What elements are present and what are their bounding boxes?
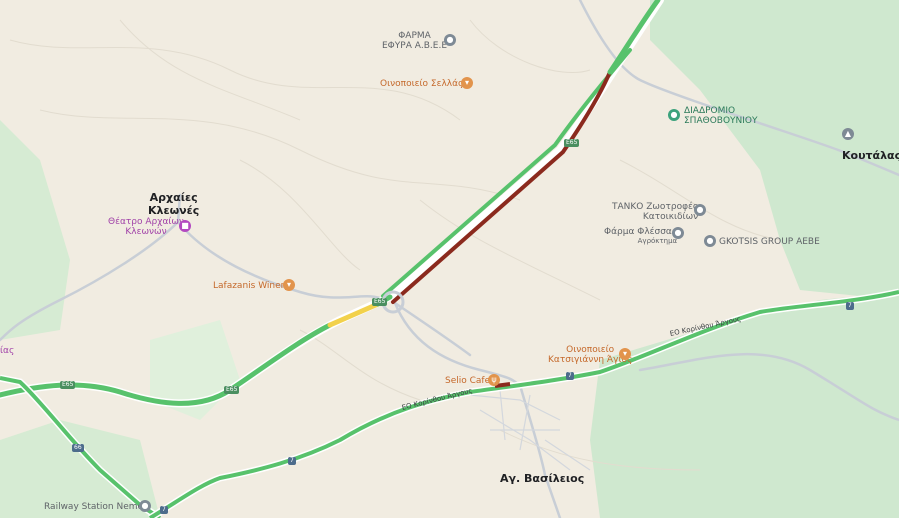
poi-farma-efyra[interactable]: ΦΑΡΜΑ ΕΦΥΡΑ Α.Β.Ε.Ε [382, 31, 447, 52]
poi-selio-cafe[interactable]: Selio Cafe [445, 376, 490, 386]
pin-icon[interactable]: ● [694, 204, 706, 216]
route66-shield: 66 [72, 444, 84, 452]
poi-railway-station-nemea[interactable]: Railway Station Nemea [44, 502, 149, 512]
poi-label-line1: Θέατρο Αρχαίων [108, 217, 184, 227]
map-base-layer [0, 0, 899, 518]
e65-casing [0, 0, 664, 408]
poi-label-line1: ΦΑΡΜΑ [398, 31, 431, 41]
wine-glass-icon[interactable]: ▾ [619, 348, 631, 360]
greenery-west [0, 120, 70, 340]
poi-label-sub: Αγρόκτημα [637, 237, 678, 246]
e65-shield-north: E65 [564, 139, 580, 147]
e65-shield-interchange: E65 [372, 298, 388, 306]
wine-glass-icon[interactable]: ▾ [283, 279, 295, 291]
pin-icon[interactable]: ● [444, 34, 456, 46]
station-icon[interactable]: ● [139, 500, 151, 512]
place-label-line1: Αρχαίες [149, 191, 198, 204]
poi-tanko-zootrofes[interactable]: ΤΑΝΚΟ Ζωοτροφές Κατοικιδίων [612, 202, 698, 223]
place-archaies-kleones[interactable]: Αρχαίες Κλεωνές [148, 191, 200, 217]
poi-label-line1: ΤΑΝΚΟ Ζωοτροφές [612, 202, 699, 212]
poi-oinopoieio-sellas[interactable]: Οινοποιείο Σελλάς [380, 79, 463, 89]
place-koutalas[interactable]: Κουτάλας [842, 149, 899, 163]
route7-shield-east: 7 [846, 302, 854, 310]
poi-label-line2: Κλεωνών [125, 227, 167, 238]
town-streets [469, 389, 591, 471]
poi-farma-flessas[interactable]: Φάρμα Φλέσσας Αγρόκτημα [604, 227, 677, 245]
route7-shield-west: 7 [288, 457, 296, 465]
place-ag-vasileios[interactable]: Αγ. Βασίλειος [500, 472, 584, 486]
poi-diadromio[interactable]: ΔΙΑΔΡΟΜΙΟ ΣΠΑΘΟΒΟΥΝΙΟΥ [684, 106, 758, 127]
wine-glass-icon[interactable]: ▾ [461, 77, 473, 89]
poi-label-line1: ΔΙΑΔΡΟΜΙΟ [684, 106, 736, 116]
place-left-edge-fragment[interactable]: ίας [0, 346, 14, 356]
mountain-icon[interactable]: ▲ [842, 128, 854, 140]
restaurant-icon[interactable]: ψ [488, 374, 500, 386]
e65-shield-west: E65 [60, 381, 76, 389]
park-icon[interactable]: ● [668, 109, 680, 121]
route7-shield-mid: 7 [566, 372, 574, 380]
poi-label-line1: Φάρμα Φλέσσας [604, 227, 678, 237]
map-canvas[interactable]: E65 E65 E65 E65 66 7 7 7 7 ΕΟ Κορίνθου Ά… [0, 0, 899, 518]
poi-label-line2: ΣΠΑΘΟΒΟΥΝΙΟΥ [684, 116, 758, 127]
poi-lafazanis-winery[interactable]: Lafazanis Winery [213, 281, 290, 291]
e65-traffic-yellow [327, 301, 381, 328]
poi-gkotsis-group[interactable]: GKOTSIS GROUP AEBE [719, 237, 820, 247]
poi-label-line2: Κατοικιδίων [642, 212, 699, 223]
poi-theatro-archaion-kleonon[interactable]: Θέατρο Αρχαίων Κλεωνών [108, 217, 184, 238]
poi-label-line2: ΕΦΥΡΑ Α.Β.Ε.Ε [382, 41, 447, 52]
place-label-line2: Κλεωνές [148, 203, 200, 217]
route7-shield-southwest: 7 [160, 506, 168, 514]
e65-shield-south: E65 [224, 386, 240, 394]
pin-icon[interactable]: ● [672, 227, 684, 239]
theatre-icon[interactable]: ■ [179, 220, 191, 232]
greenery-southeast [590, 292, 899, 518]
pin-icon[interactable]: ● [704, 235, 716, 247]
